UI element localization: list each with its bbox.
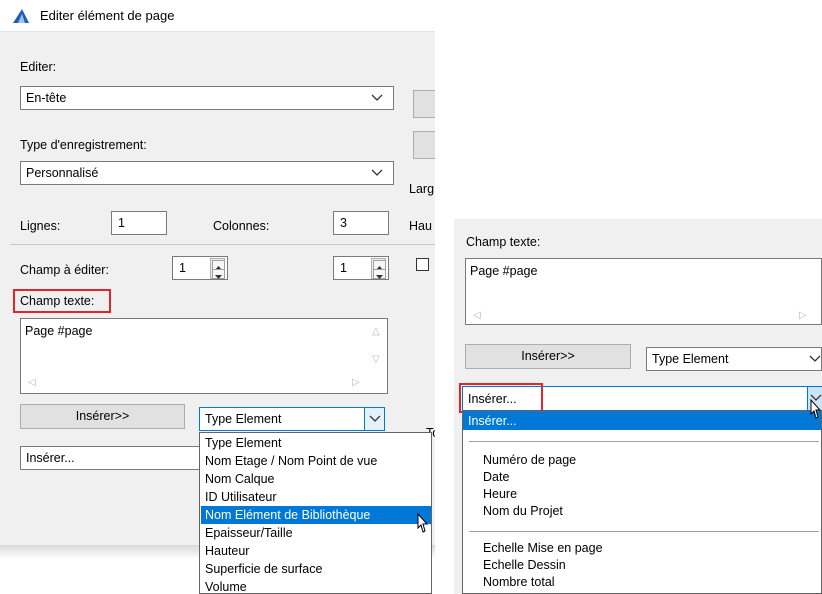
list-item[interactable]: Nombre total [483, 574, 555, 591]
scroll-left-icon[interactable]: ◁ [473, 311, 481, 321]
list-item[interactable]: Nom Calque [201, 470, 431, 488]
text-field-value: Page #page [25, 324, 93, 338]
columns-label: Colonnes: [213, 219, 270, 233]
columns-input[interactable]: 3 [333, 211, 389, 235]
list-item[interactable]: Hauteur [201, 542, 431, 560]
scroll-up-icon[interactable]: △ [372, 327, 380, 337]
list-item[interactable]: Nom Etage / Nom Point de vue [201, 452, 431, 470]
spinner-arrows-icon[interactable] [371, 258, 386, 279]
field-to-edit-stepper-2[interactable]: 1 [333, 256, 389, 280]
list-item[interactable]: Date [483, 469, 509, 486]
field-to-edit-stepper[interactable]: 1 [172, 256, 228, 280]
lines-value: 1 [118, 216, 125, 230]
height-label-cut: Hau [409, 219, 432, 233]
field-to-edit-value: 1 [179, 261, 186, 275]
scroll-down-icon[interactable]: ▽ [372, 355, 380, 365]
scroll-right-icon[interactable]: ▷ [799, 311, 807, 321]
scroll-left-icon[interactable]: ◁ [28, 378, 36, 388]
insert-select[interactable]: Insérer... [20, 446, 210, 470]
field-to-edit-label: Champ à éditer: [20, 263, 109, 277]
divider [10, 244, 435, 245]
list-item-label: Insérer... [468, 414, 517, 428]
text-field-area[interactable]: Page #page ◁ ▷ [465, 258, 822, 325]
list-item[interactable]: ID Utilisateur [201, 488, 431, 506]
chevron-down-icon [809, 355, 822, 365]
columns-value: 3 [340, 216, 347, 230]
list-item[interactable]: Volume [201, 578, 431, 593]
lines-label: Lignes: [20, 219, 61, 233]
insert-select-value: Insérer... [26, 451, 75, 465]
list-item[interactable]: Heure [483, 486, 517, 503]
text-field-value: Page #page [470, 264, 538, 278]
separator [469, 441, 819, 442]
list-item-selected[interactable]: Insérer... [463, 412, 821, 430]
chevron-down-icon [371, 94, 385, 104]
insert-button[interactable]: Insérer>> [20, 404, 185, 429]
title-bar: Editer élément de page [0, 0, 435, 32]
side-button-2[interactable] [413, 131, 435, 159]
text-field-label: Champ texte: [466, 235, 541, 249]
app-logo-icon [12, 8, 30, 24]
mouse-pointer-icon [808, 398, 822, 422]
type-element-select[interactable]: Type Element [199, 407, 385, 431]
type-element-dropdown-list[interactable]: Type Element Nom Etage / Nom Point de vu… [199, 432, 432, 594]
edit-select-value: En-tête [26, 91, 67, 105]
list-item[interactable]: Type Element [201, 434, 431, 452]
list-item[interactable]: Echelle Mise en page [483, 540, 603, 557]
type-element-value: Type Element [205, 412, 282, 426]
list-item[interactable]: Nom du Projet [483, 503, 563, 520]
checkbox[interactable] [416, 258, 429, 271]
separator [469, 531, 819, 532]
record-type-value: Personnalisé [26, 166, 99, 180]
insert-button[interactable]: Insérer>> [465, 344, 631, 369]
text-field-area[interactable]: Page #page △ ▽ ◁ ▷ [20, 318, 388, 394]
width-label-cut: Larg [409, 182, 435, 196]
side-button-1[interactable] [413, 90, 435, 118]
list-item-selected[interactable]: Nom Elément de Bibliothèque [201, 506, 431, 524]
type-element-value: Type Element [652, 352, 729, 366]
list-item[interactable]: Echelle Dessin [483, 557, 566, 574]
list-item[interactable]: Superficie de surface [201, 560, 431, 578]
window-title: Editer élément de page [40, 8, 175, 23]
list-item[interactable]: Epaisseur/Taille [201, 524, 431, 542]
text-field-label: Champ texte: [20, 294, 95, 308]
chevron-down-icon [369, 415, 383, 425]
record-type-label: Type d'enregistrement: [20, 138, 147, 152]
lines-input[interactable]: 1 [111, 211, 167, 235]
list-item[interactable]: Numéro de page [483, 452, 576, 469]
dropdown-button[interactable] [364, 408, 384, 430]
field-to-edit-value-2: 1 [340, 261, 347, 275]
edit-select[interactable]: En-tête [20, 86, 394, 110]
insert-dropdown-list[interactable]: Insérer... Numéro de page Date Heure Nom… [462, 411, 822, 594]
edit-label: Editer: [20, 60, 57, 74]
type-element-select[interactable]: Type Element [646, 347, 822, 371]
highlight-box [459, 383, 543, 413]
spinner-arrows-icon[interactable] [210, 258, 225, 279]
scroll-right-icon[interactable]: ▷ [352, 378, 360, 388]
chevron-down-icon [371, 169, 385, 179]
record-type-select[interactable]: Personnalisé [20, 161, 394, 185]
mouse-pointer-icon [414, 512, 430, 536]
